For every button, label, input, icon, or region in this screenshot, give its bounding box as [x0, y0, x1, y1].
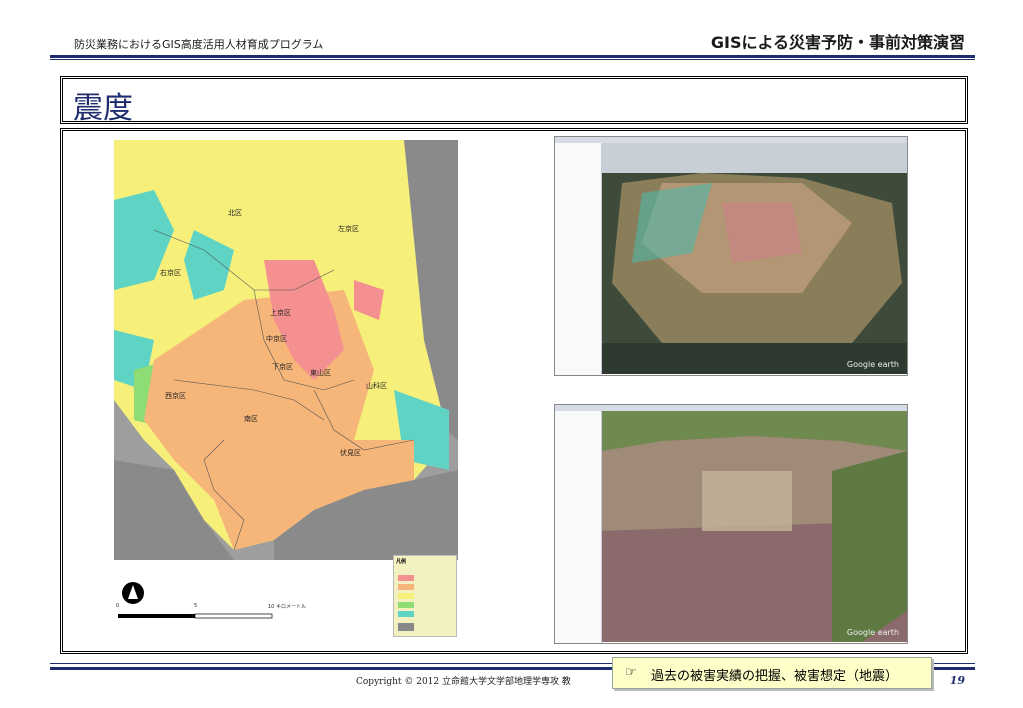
ward-label: 中京区: [266, 335, 287, 343]
header-rule-thin: [50, 59, 975, 60]
legend-title: 凡例: [396, 559, 407, 565]
google-earth-logo: Google earth: [846, 360, 899, 369]
page-number: 19: [949, 674, 965, 687]
header-right-text: GISによる災害予防・事前対策演習: [710, 33, 965, 52]
header-left-text: 防災業務におけるGIS高度活用人材育成プログラム: [74, 38, 324, 51]
google-earth-view-1: Google earth: [554, 136, 908, 376]
ward-label: 右京区: [160, 269, 181, 277]
ward-label: 山科区: [366, 382, 387, 390]
ward-label: 西京区: [165, 392, 186, 400]
ge-sidebar: [555, 143, 602, 375]
ward-label: 伏見区: [340, 449, 361, 457]
ward-label: 下京区: [272, 363, 293, 371]
ward-label: 東山区: [310, 369, 331, 377]
google-earth-view-2: Google earth: [554, 404, 908, 644]
callout-box: ☞ 過去の被害実績の把握、被害想定（地震）: [612, 657, 932, 689]
scale-bar: [116, 608, 276, 628]
ward-label: 北区: [228, 209, 242, 217]
scale-label-5: 5: [194, 603, 198, 609]
copyright-text: Copyright © 2012 立命館大学文学部地理学専攻 教: [356, 677, 571, 687]
ge-sidebar: [555, 411, 602, 643]
scale-label-10: 10 キロメートル: [268, 604, 306, 610]
ward-label: 上京区: [270, 309, 291, 317]
seismic-intensity-map: [114, 140, 458, 560]
map-legend: 凡例: [393, 555, 457, 637]
title-box: 震度: [60, 76, 968, 126]
ward-label: 南区: [244, 415, 258, 423]
page-title: 震度: [73, 91, 133, 126]
ward-label: 左京区: [338, 225, 359, 233]
pointing-hand-icon: ☞: [625, 665, 637, 680]
callout-text: 過去の被害実績の把握、被害想定（地震）: [651, 669, 899, 684]
north-arrow-icon: [122, 582, 144, 604]
scale-label-0: 0: [116, 603, 120, 609]
google-earth-logo: Google earth: [846, 628, 899, 637]
ge-3d-city-view: [602, 411, 907, 642]
ge-aerial-view: [602, 143, 907, 374]
header-rule: [50, 55, 975, 58]
